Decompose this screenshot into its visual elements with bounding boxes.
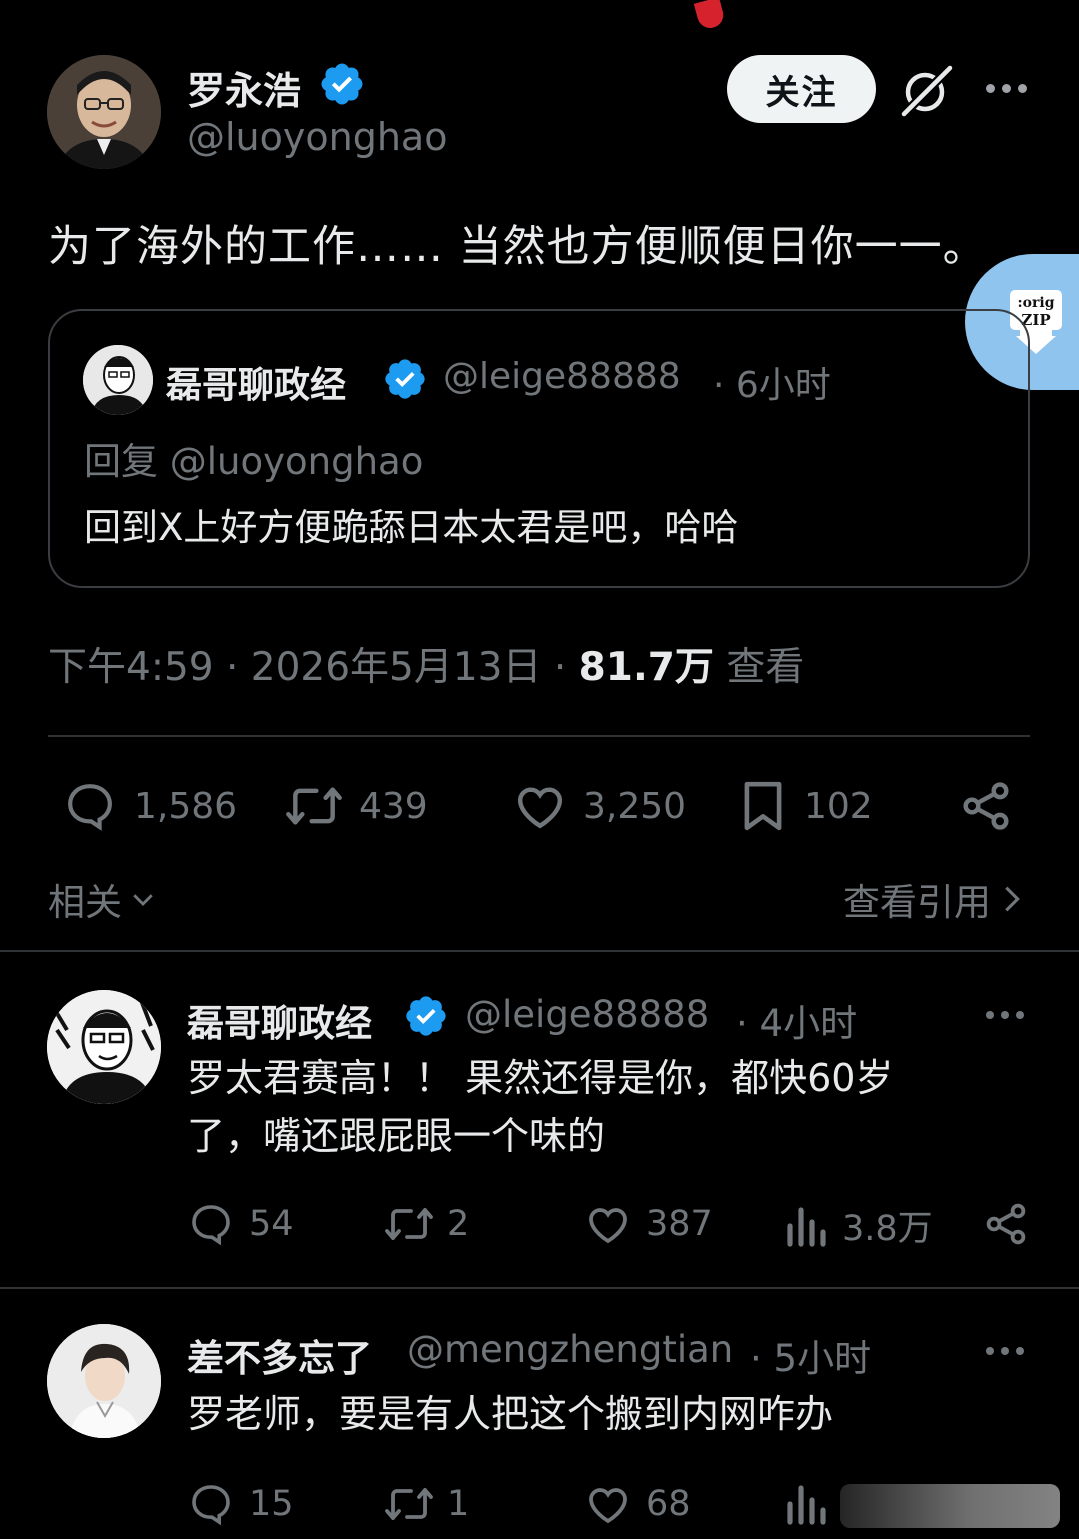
post-text: 为了海外的工作…… 当然也方便顺便日你一一。 <box>48 222 987 272</box>
repost-icon <box>385 1488 433 1520</box>
reply-button[interactable]: 15 <box>187 1480 294 1528</box>
like-button[interactable]: 387 <box>584 1200 713 1248</box>
bookmark-button[interactable]: 102 <box>740 778 873 834</box>
views-button[interactable]: 3.8万 <box>784 1200 933 1251</box>
repost-button[interactable]: 1 <box>383 1480 469 1528</box>
like-button[interactable]: 68 <box>584 1480 691 1528</box>
person-photo-illustration <box>47 1324 161 1438</box>
heart-icon <box>517 787 563 829</box>
heart-icon <box>589 1488 627 1524</box>
chevron-down-icon <box>133 894 153 906</box>
post-meta: 下午4:59 · 2026年5月13日 · 81.7万 查看 <box>48 636 804 692</box>
chevron-right-icon <box>1005 886 1020 912</box>
reply-text-line-1: 罗老师，要是有人把这个搬到内网咋办 <box>187 1392 834 1436</box>
bookmark-count: 102 <box>804 785 873 827</box>
reply-icon <box>68 784 112 831</box>
bookmark-icon <box>744 781 782 831</box>
more-options-icon[interactable] <box>986 1011 1024 1019</box>
repost-count: 2 <box>447 1204 470 1244</box>
reply-time: · 4小时 <box>736 1002 858 1045</box>
divider <box>0 1287 1079 1289</box>
reply-count: 54 <box>249 1204 294 1244</box>
verified-badge-icon <box>385 359 425 399</box>
views-button[interactable] <box>784 1480 842 1528</box>
reply-text-line-1: 罗太君赛高！！ 果然还得是你，都快60岁 <box>187 1056 894 1100</box>
repost-count: 439 <box>359 785 428 827</box>
repost-button[interactable]: 439 <box>283 778 428 834</box>
cartoon-avatar-illustration <box>83 345 153 415</box>
reply-count: 1,586 <box>134 785 238 827</box>
repost-icon <box>286 787 342 825</box>
share-button[interactable] <box>982 1200 1030 1248</box>
repost-button[interactable]: 2 <box>383 1200 469 1248</box>
analytics-icon <box>787 1206 826 1247</box>
quoted-author-avatar[interactable] <box>83 345 153 415</box>
follow-button[interactable]: 关注 <box>727 55 876 123</box>
view-quotes-label: 查看引用 <box>843 881 991 924</box>
share-icon <box>986 1203 1026 1245</box>
like-count: 3,250 <box>583 785 687 827</box>
blurred-overlay <box>840 1484 1060 1528</box>
reply-count: 15 <box>249 1484 294 1524</box>
related-label: 相关 <box>48 881 122 924</box>
like-button[interactable]: 3,250 <box>511 778 686 834</box>
reply-author-name[interactable]: 差不多忘了 <box>187 1328 372 1382</box>
analytics-icon <box>787 1485 826 1525</box>
reply-button[interactable]: 54 <box>187 1200 294 1248</box>
verified-badge-icon <box>406 996 446 1036</box>
heart-icon <box>589 1208 627 1244</box>
author-avatar[interactable] <box>47 55 161 169</box>
view-count: 81.7万 <box>578 645 714 690</box>
reply-author-avatar[interactable] <box>47 1324 161 1438</box>
reply-icon <box>192 1205 230 1246</box>
repost-icon <box>385 1208 433 1240</box>
quoted-author-name[interactable]: 磊哥聊政经 <box>166 356 346 408</box>
like-count: 68 <box>646 1484 691 1524</box>
zip-badge-line1: :orig <box>1018 295 1055 311</box>
tweet-detail-page: 罗永浩 @luoyonghao 关注 为了海外的工作…… 当然也方便顺便日你一一… <box>0 0 1079 1539</box>
author-photo-illustration <box>47 55 161 169</box>
view-count: 3.8万 <box>842 1209 933 1249</box>
author-name[interactable]: 罗永浩 <box>187 60 301 115</box>
quoted-post-time: · 6小时 <box>713 365 831 406</box>
divider <box>48 735 1030 737</box>
reply-text-line-2: 了，嘴还跟屁眼一个味的 <box>187 1114 606 1158</box>
repost-count: 1 <box>447 1484 470 1524</box>
reply-time: · 5小时 <box>750 1337 872 1380</box>
quoted-post-text: 回到X上好方便跪舔日本太君是吧，哈哈 <box>84 506 739 549</box>
author-handle[interactable]: @luoyonghao <box>187 115 447 159</box>
like-count: 387 <box>646 1204 713 1244</box>
reply-author-handle[interactable]: @mengzhengtian <box>407 1328 733 1371</box>
share-button[interactable] <box>958 778 1014 834</box>
view-count-label: 查看 <box>726 645 805 690</box>
red-marker-decoration <box>693 0 727 31</box>
grok-icon[interactable] <box>898 62 956 118</box>
more-options-icon[interactable] <box>986 1347 1024 1355</box>
divider <box>0 950 1079 952</box>
reply-icon <box>192 1485 230 1526</box>
quoted-reply-to[interactable]: 回复 @luoyonghao <box>84 431 423 485</box>
more-options-icon[interactable] <box>986 84 1027 93</box>
reply-author-avatar[interactable] <box>47 990 161 1104</box>
reply-author-handle[interactable]: @leige88888 <box>465 993 709 1036</box>
quoted-author-handle[interactable]: @leige88888 <box>443 356 681 397</box>
reply-author-name[interactable]: 磊哥聊政经 <box>187 993 372 1047</box>
related-dropdown[interactable]: 相关 <box>48 872 158 926</box>
share-icon <box>963 782 1009 830</box>
reply-button[interactable]: 1,586 <box>62 778 237 834</box>
view-quotes-link[interactable]: 查看引用 <box>843 872 1023 926</box>
cartoon-avatar-illustration <box>47 990 161 1104</box>
post-timestamp: 下午4:59 · 2026年5月13日 · <box>48 645 567 690</box>
verified-badge-icon <box>321 63 363 105</box>
